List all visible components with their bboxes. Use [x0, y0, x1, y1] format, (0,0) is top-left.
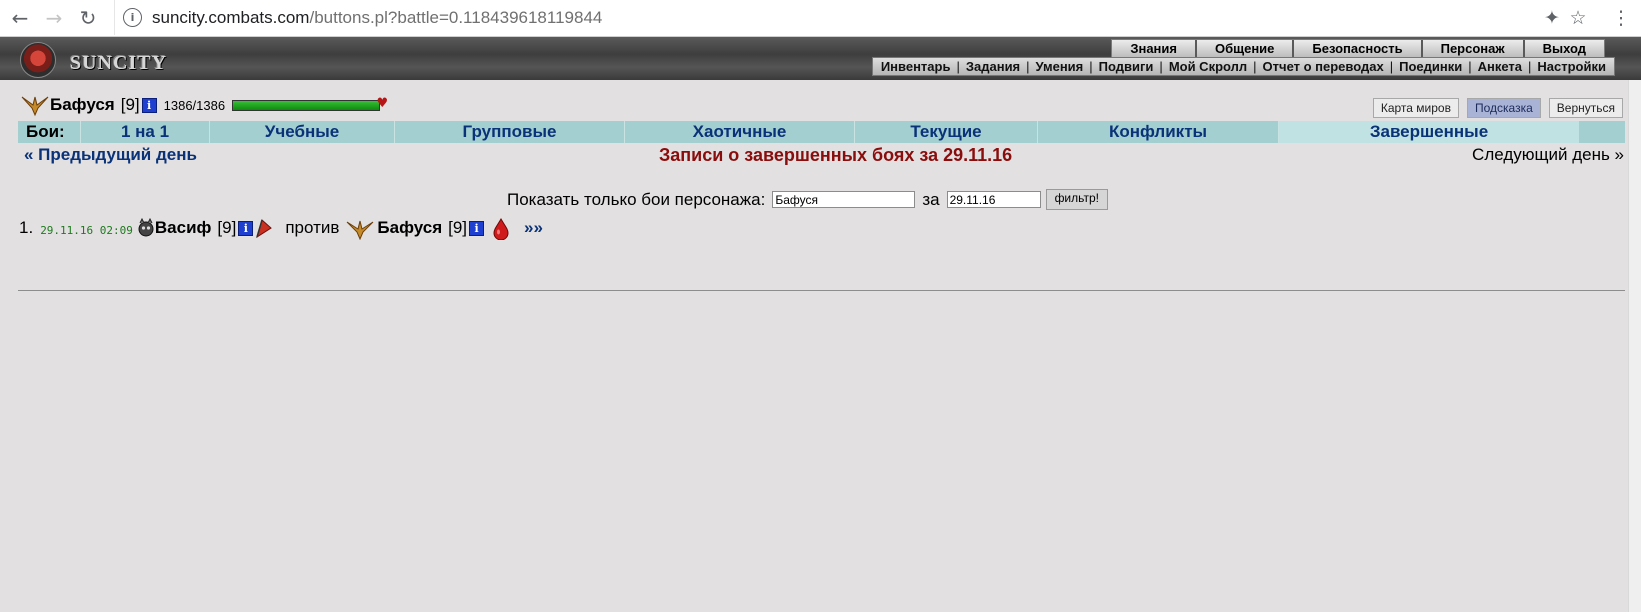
back-arrow-icon[interactable]: ← [6, 4, 34, 32]
tabs-label: Бои: [26, 122, 65, 141]
forward-arrow-icon[interactable]: → [40, 4, 68, 32]
filter-label: Показать только бои персонажа: [507, 189, 766, 209]
tab-current[interactable]: Текущие [854, 121, 1037, 143]
tab-conflicts[interactable]: Конфликты [1037, 121, 1278, 143]
menu-security[interactable]: Безопасность [1292, 40, 1420, 57]
hp-bar: ♥ [232, 97, 388, 111]
puzzle-icon[interactable]: ✦ [1540, 6, 1564, 30]
tab-chaotic[interactable]: Хаотичные [624, 121, 854, 143]
game-header: SUNCITY Знания Общение Безопасность Перс… [0, 37, 1641, 80]
tab-group[interactable]: Групповые [394, 121, 624, 143]
info-icon[interactable]: i [469, 220, 485, 236]
player1-level: [9] [217, 218, 237, 237]
player2-name[interactable]: Бафуся [377, 218, 442, 238]
world-map-button[interactable]: Карта миров [1372, 98, 1459, 118]
submenu-skills[interactable]: Умения [1034, 59, 1086, 74]
tab-training[interactable]: Учебные [209, 121, 394, 143]
submenu-profile[interactable]: Анкета [1476, 59, 1524, 74]
browser-toolbar: ← → ↻ i suncity.combats.com/buttons.pl?b… [0, 0, 1641, 37]
info-icon[interactable]: i [141, 97, 157, 113]
day-navigation: « Предыдущий день Записи о завершенных б… [24, 145, 1624, 167]
player-info: Бафуся [9] i 1386/1386 ♥ [20, 93, 388, 117]
player1-name[interactable]: Васиф [155, 218, 212, 238]
blood-drop-icon [492, 217, 510, 241]
suncity-logo[interactable]: SUNCITY [14, 40, 168, 78]
menu-communication[interactable]: Общение [1194, 40, 1292, 57]
address-bar[interactable]: i suncity.combats.com/buttons.pl?battle=… [114, 0, 1605, 35]
url-path: /buttons.pl?battle=0.118439618119844 [309, 8, 603, 27]
url-host: suncity.combats.com [152, 8, 310, 27]
battle-index: 1. [19, 218, 34, 237]
hp-value: 1386/1386 [163, 97, 226, 113]
tab-finished[interactable]: Завершенные [1278, 121, 1579, 143]
submenu-my-scroll[interactable]: Мой Скролл [1167, 59, 1249, 74]
filter-for-label: за [922, 189, 940, 209]
battle-type-tabs: Бои: 1 на 1 Учебные Групповые Хаотичные … [18, 121, 1625, 143]
battle-time: 29.11.16 02:09 [40, 223, 133, 237]
player-level: [9] [120, 95, 140, 114]
back-button[interactable]: Вернуться [1548, 98, 1623, 118]
submenu-quests[interactable]: Задания [964, 59, 1022, 74]
flag-icon [253, 218, 275, 239]
battle-log-link[interactable]: »» [524, 218, 543, 238]
player2-level: [9] [448, 218, 468, 237]
submenu-achievements[interactable]: Подвиги [1097, 59, 1156, 74]
player-name[interactable]: Бафуся [50, 95, 115, 115]
hp-bar-fill [233, 100, 380, 110]
top-menu: Знания Общение Безопасность Персонаж Вых… [1111, 39, 1605, 58]
page-scrollbar[interactable] [1628, 80, 1641, 612]
sub-menu: Инвентарь | Задания | Умения | Подвиги | Мой… [871, 57, 1615, 76]
submenu-settings[interactable]: Настройки [1535, 59, 1608, 74]
submenu-transfer-report[interactable]: Отчет о переводах [1261, 59, 1386, 74]
reload-icon[interactable]: ↻ [74, 4, 102, 32]
tab-one-on-one[interactable]: 1 на 1 [80, 121, 209, 143]
menu-exit[interactable]: Выход [1522, 40, 1604, 57]
list-item: 1. 29.11.16 02:09 Васиф [9] i против Баф… [19, 217, 543, 241]
hint-button[interactable]: Подсказка [1466, 98, 1541, 118]
submenu-duels[interactable]: Поединки [1397, 59, 1464, 74]
divider [18, 290, 1625, 291]
next-day-link[interactable]: Следующий день » [1472, 145, 1624, 165]
menu-character[interactable]: Персонаж [1420, 40, 1523, 57]
menu-knowledge[interactable]: Знания [1112, 40, 1195, 57]
site-info-icon[interactable]: i [123, 8, 142, 27]
page-title: Записи о завершенных боях за 29.11.16 [659, 145, 1013, 165]
filter-date-input[interactable] [946, 191, 1041, 208]
kebab-menu-icon[interactable]: ⋮ [1609, 6, 1633, 30]
logo-text: SUNCITY [70, 52, 168, 74]
demon-align-icon[interactable] [137, 217, 155, 238]
url-text[interactable]: suncity.combats.com/buttons.pl?battle=0.… [152, 8, 602, 28]
city-emblem-icon [20, 42, 56, 78]
character-filter: Показать только бои персонажа: за фильтр… [507, 189, 1108, 210]
alignment-bird-icon[interactable] [20, 93, 50, 117]
page-actions: Карта миров Подсказка Вернуться [1372, 98, 1623, 118]
heart-icon: ♥ [376, 95, 389, 111]
filter-button[interactable]: фильтр! [1045, 189, 1108, 210]
submenu-inventory[interactable]: Инвентарь [879, 59, 953, 74]
alignment-bird-icon[interactable] [345, 218, 375, 241]
versus-text: против [285, 218, 340, 237]
previous-day-link[interactable]: « Предыдущий день [24, 145, 197, 165]
filter-name-input[interactable] [772, 191, 916, 208]
star-icon[interactable]: ☆ [1566, 6, 1590, 30]
info-icon[interactable]: i [238, 220, 254, 236]
